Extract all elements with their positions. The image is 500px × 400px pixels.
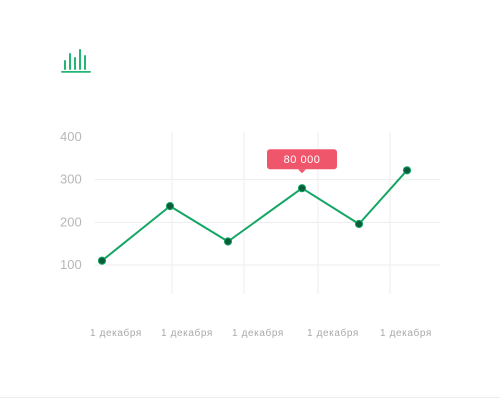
data-point[interactable] [354, 219, 364, 229]
tooltip-value: 80 000 [284, 154, 321, 166]
series-layer [101, 169, 408, 262]
x-tick-label: 1 декабря [380, 327, 432, 339]
x-axis-ticks: 1 декабря 1 декабря 1 декабря 1 декабря 1 де… [90, 327, 432, 339]
y-tick-label: 100 [60, 257, 82, 272]
y-axis-ticks: 100 200 300 400 [60, 129, 82, 272]
data-point[interactable] [402, 166, 412, 175]
bottom-divider [0, 397, 500, 398]
data-point[interactable] [223, 237, 233, 246]
x-tick-label: 1 декабря [90, 327, 142, 339]
series-points [97, 166, 412, 265]
tooltip-pointer [298, 169, 306, 174]
series-line [101, 169, 408, 262]
data-point[interactable] [97, 256, 107, 265]
x-tick-label: 1 декабря [161, 327, 213, 339]
x-tick-label: 1 декабря [307, 327, 359, 339]
data-point[interactable] [165, 202, 175, 211]
line-chart: 100200300400 1 декабря 1 декабря 1 декабря… [60, 129, 440, 339]
y-tick-label: 400 [60, 129, 82, 144]
y-tick-label: 300 [60, 172, 82, 187]
y-tick-label: 200 [60, 214, 82, 229]
data-tooltip: 80 000 [267, 149, 337, 174]
x-tick-label: 1 декабря [232, 327, 284, 339]
data-point[interactable] [297, 184, 307, 193]
